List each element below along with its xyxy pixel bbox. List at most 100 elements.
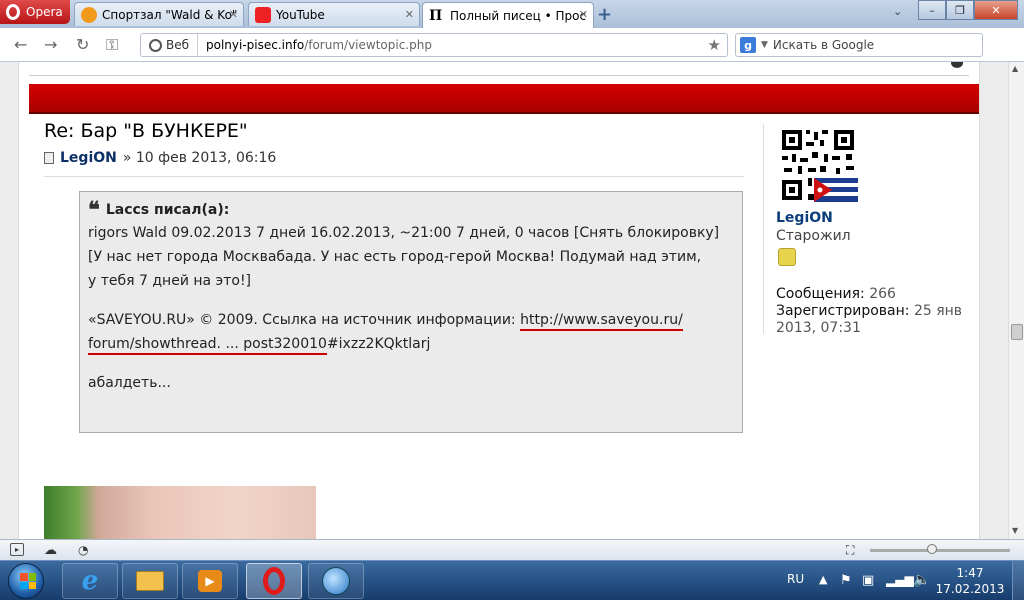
- opera-menu-button[interactable]: Opera: [0, 0, 70, 24]
- quote-source-line: «SAVEYOU.RU» © 2009. Ссылка на источник …: [88, 308, 734, 332]
- scroll-down-icon[interactable]: ▼: [1012, 526, 1018, 535]
- scrollbar-thumb[interactable]: [1011, 324, 1023, 340]
- post-action-icon[interactable]: [951, 62, 963, 68]
- post-image[interactable]: [44, 486, 316, 539]
- profile-messages: Сообщения: 266: [776, 286, 976, 303]
- page-viewport: Re: Бар "В БУНКЕРЕ" LegiON » 10 фев 2013…: [0, 62, 1008, 539]
- post-document-icon[interactable]: [44, 152, 54, 164]
- quote-author: Laccs писал(а):: [105, 202, 230, 218]
- youtube-favicon-icon: [255, 6, 271, 23]
- update-app-icon: [322, 567, 350, 595]
- back-arrow-icon[interactable]: ←: [14, 35, 27, 54]
- system-clock[interactable]: 1:47 17.02.2013: [932, 565, 1008, 597]
- opera-menu-label: Opera: [26, 5, 63, 19]
- zoom-slider-knob[interactable]: [927, 544, 937, 554]
- messages-count[interactable]: 266: [869, 286, 896, 302]
- quote-mark-icon: ❝: [88, 197, 100, 223]
- reload-icon[interactable]: ↻: [76, 35, 89, 54]
- new-tab-button[interactable]: +: [597, 4, 612, 25]
- registered-label: Зарегистрирован:: [776, 303, 910, 319]
- scroll-up-icon[interactable]: ▲: [1012, 64, 1018, 73]
- tab-sportzal[interactable]: Спортзал "Wald & Ko" ... ✕: [74, 2, 244, 26]
- close-tab-icon[interactable]: ✕: [405, 8, 414, 21]
- folder-icon: [136, 571, 164, 591]
- messages-label: Сообщения:: [776, 286, 865, 302]
- tab-polnyi-pisec[interactable]: П Полный писец • Прос... ✕: [422, 2, 594, 28]
- internet-explorer-icon: e: [81, 566, 99, 596]
- quote-source-line: forum/showthread. ... post320010#ixzz2KQ…: [88, 332, 734, 356]
- clock-date: 17.02.2013: [935, 582, 1005, 596]
- author-profile: LegiON Старожил Сообщения: 266 Зарегистр…: [763, 124, 976, 336]
- source-prefix: «SAVEYOU.RU» © 2009. Ссылка на источник …: [88, 312, 521, 328]
- search-field[interactable]: g ▼ Искать в Google: [735, 33, 983, 57]
- site-info-badge[interactable]: Веб: [141, 34, 199, 56]
- windows-taskbar: e ▶ RU ▲ ⚑ ▣ ▂▄▆ 🔈 1:47 17.02.2013: [0, 560, 1024, 600]
- tab-youtube[interactable]: YouTube ✕: [248, 2, 420, 26]
- divider: [44, 176, 744, 177]
- volume-icon[interactable]: 🔈: [913, 572, 930, 588]
- quote-line: rigors Wald 09.02.2013 7 дней 16.02.2013…: [88, 225, 720, 241]
- internet-explorer-taskbar-button[interactable]: e: [62, 563, 118, 599]
- view-mode-icon[interactable]: ⛶: [846, 543, 860, 557]
- opera-taskbar-button[interactable]: [246, 563, 302, 599]
- tab-list-chevron-icon[interactable]: ⌄: [893, 5, 902, 18]
- quote-line: у тебя 7 дней на это!]: [88, 273, 252, 289]
- tray-expand-icon[interactable]: ▲: [819, 573, 827, 586]
- media-player-taskbar-button[interactable]: ▶: [182, 563, 238, 599]
- navigation-bar: ← → ↻ ⚿ Веб polnyi-pisec.info/forum/view…: [0, 28, 1024, 62]
- quote-block: ❝ Laccs писал(а): rigors Wald 09.02.2013…: [79, 191, 743, 433]
- registered-date-continued: 2013, 07:31: [776, 320, 861, 336]
- speed-dial-gauge-icon[interactable]: ◔: [78, 543, 92, 557]
- search-engine-chevron-icon[interactable]: ▼: [761, 40, 768, 50]
- window-controls: – ❐ ✕: [918, 0, 1018, 20]
- globe-icon: [149, 38, 162, 52]
- google-search-engine-icon[interactable]: g: [740, 37, 756, 53]
- minimize-button[interactable]: –: [918, 0, 946, 20]
- restore-button[interactable]: ❐: [946, 0, 974, 20]
- site-favicon-icon: [81, 6, 97, 23]
- post-date: » 10 фев 2013, 06:16: [122, 150, 277, 166]
- profile-username[interactable]: LegiON: [776, 210, 833, 226]
- action-center-flag-icon[interactable]: ⚑: [840, 573, 852, 588]
- close-tab-icon[interactable]: ✕: [229, 8, 238, 21]
- close-window-button[interactable]: ✕: [974, 0, 1018, 20]
- post-author-line: LegiON » 10 фев 2013, 06:16: [44, 150, 276, 166]
- quote-trailer: абалдеть...: [88, 375, 171, 391]
- close-tab-icon[interactable]: ✕: [579, 8, 588, 21]
- app-taskbar-button[interactable]: [308, 563, 364, 599]
- panel-toggle-icon[interactable]: ▸: [10, 543, 24, 556]
- registered-date: 25 янв: [913, 303, 963, 319]
- cloud-icon[interactable]: ☁: [44, 543, 58, 558]
- media-player-icon: ▶: [198, 570, 222, 592]
- source-link[interactable]: http://www.saveyou.ru/: [520, 312, 683, 331]
- windows-logo-icon: [8, 563, 44, 599]
- input-language-indicator[interactable]: RU: [787, 572, 804, 586]
- clock-time: 1:47: [956, 566, 984, 580]
- previous-post-edge: [29, 62, 969, 76]
- device-icon[interactable]: ▣: [862, 573, 874, 588]
- tab-title: Спортзал "Wald & Ko" ...: [102, 7, 237, 22]
- profile-rank: Старожил: [776, 228, 851, 244]
- start-button[interactable]: [2, 561, 54, 600]
- tab-title: Полный писец • Прос...: [450, 8, 587, 23]
- forum-header-band: [29, 84, 979, 114]
- source-link-tail: #ixzz2KQktlarj: [326, 336, 431, 352]
- url-host: polnyi-pisec.info: [206, 38, 305, 52]
- address-field[interactable]: Веб polnyi-pisec.info/forum/viewtopic.ph…: [140, 33, 728, 57]
- forum-favicon-icon: П: [429, 7, 445, 24]
- qr-code-avatar[interactable]: [780, 128, 858, 204]
- url-path: /forum/viewtopic.php: [304, 38, 432, 52]
- forward-arrow-icon[interactable]: →: [44, 35, 57, 54]
- key-icon[interactable]: ⚿: [106, 35, 118, 55]
- author-link[interactable]: LegiON: [60, 150, 117, 166]
- forum-page: Re: Бар "В БУНКЕРЕ" LegiON » 10 фев 2013…: [18, 62, 980, 539]
- file-explorer-taskbar-button[interactable]: [122, 563, 178, 599]
- bookmark-star-icon[interactable]: ★: [708, 36, 721, 54]
- vertical-scrollbar[interactable]: ▲ ▼: [1008, 62, 1024, 539]
- show-desktop-button[interactable]: [1012, 561, 1024, 600]
- tab-title: YouTube: [276, 7, 325, 22]
- zoom-slider-track[interactable]: [870, 549, 1010, 552]
- network-signal-icon[interactable]: ▂▄▆: [886, 573, 914, 587]
- rank-badge-icon: [778, 248, 796, 266]
- source-link[interactable]: forum/showthread. ... post320010: [88, 336, 327, 355]
